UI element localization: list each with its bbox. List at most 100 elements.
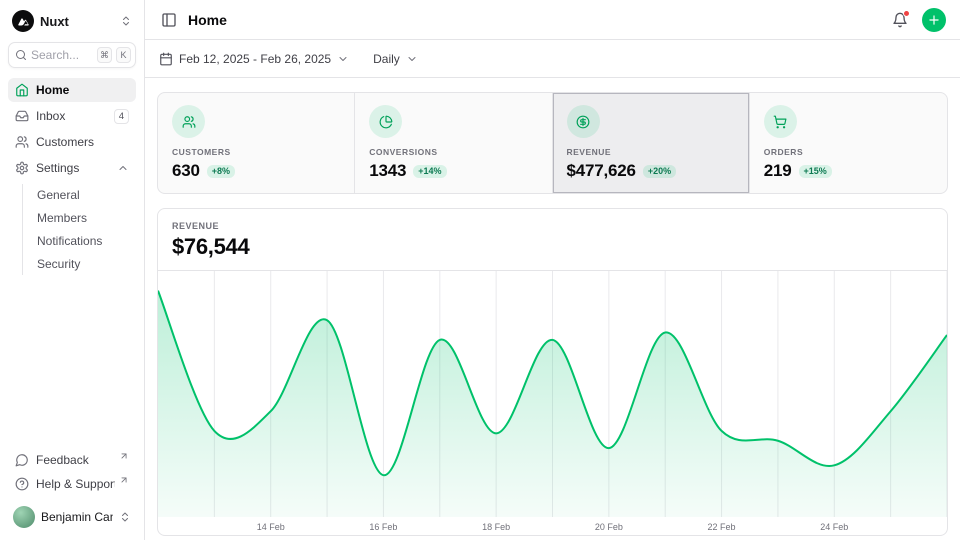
sidebar-nav: Home Inbox 4 Customers Settings General …	[8, 78, 136, 277]
stat-icon-circle	[172, 105, 205, 138]
stat-icon-circle	[567, 105, 600, 138]
nuxt-logo	[12, 10, 34, 32]
search-box[interactable]: ⌘ K	[8, 42, 136, 68]
stat-label: ORDERS	[764, 147, 933, 157]
add-button[interactable]	[922, 8, 946, 32]
stat-value: 219	[764, 161, 792, 181]
svg-text:16 Feb: 16 Feb	[369, 522, 397, 532]
notification-dot	[903, 10, 910, 17]
sidebar-item-feedback[interactable]: Feedback	[8, 448, 136, 472]
avatar	[13, 506, 35, 528]
home-icon	[15, 83, 29, 97]
sidebar-item-label: Customers	[36, 135, 129, 149]
stat-card-conversions[interactable]: CONVERSIONS 1343 +14%	[355, 93, 552, 193]
chevron-down-icon	[337, 53, 349, 65]
sidebar-item-label: Help & Support	[36, 477, 115, 491]
stat-label: CONVERSIONS	[369, 147, 537, 157]
period-label: Daily	[373, 52, 400, 66]
circle-dollar-icon	[576, 115, 590, 129]
sidebar-item-label: Inbox	[36, 109, 107, 123]
period-select[interactable]: Daily	[373, 52, 418, 66]
topbar: Home	[145, 0, 960, 40]
delta-badge: +20%	[643, 165, 676, 178]
shopping-cart-icon	[773, 115, 787, 129]
chart-header: REVENUE $76,544	[158, 209, 947, 271]
delta-badge: +15%	[799, 165, 832, 178]
kbd-k: K	[116, 47, 131, 63]
stats-grid: CUSTOMERS 630 +8% CONVERSIONS 1343 +14%	[157, 92, 948, 194]
plus-icon	[927, 13, 941, 27]
chart-current-value: $76,544	[172, 234, 933, 260]
sidebar-item-settings[interactable]: Settings	[8, 156, 136, 180]
panel-left-icon	[161, 12, 177, 28]
settings-subnav: General Members Notifications Security	[22, 184, 136, 275]
page-title: Home	[188, 12, 227, 28]
stat-card-customers[interactable]: CUSTOMERS 630 +8%	[158, 93, 355, 193]
search-icon	[15, 49, 27, 61]
sidebar-item-home[interactable]: Home	[8, 78, 136, 102]
calendar-icon	[159, 52, 173, 66]
sidebar-item-members[interactable]: Members	[31, 207, 136, 229]
sidebar-spacer	[8, 277, 136, 448]
sub-item-label: Members	[37, 211, 87, 225]
sidebar-item-help-support[interactable]: Help & Support	[8, 472, 136, 496]
date-range-button[interactable]: Feb 12, 2025 - Feb 26, 2025	[159, 52, 349, 66]
inbox-icon	[15, 109, 29, 123]
svg-text:18 Feb: 18 Feb	[482, 522, 510, 532]
delta-badge: +14%	[413, 165, 446, 178]
stat-value: 1343	[369, 161, 406, 181]
gear-icon	[15, 161, 29, 175]
external-link-icon	[119, 475, 129, 485]
stat-icon-circle	[764, 105, 797, 138]
users-icon	[15, 135, 29, 149]
kbd-cmd: ⌘	[97, 47, 112, 63]
topbar-actions	[890, 8, 946, 32]
svg-text:14 Feb: 14 Feb	[257, 522, 285, 532]
main-area: Home Feb 12, 2025 - Feb 26, 2025 Daily	[145, 0, 960, 540]
notifications-button[interactable]	[890, 10, 910, 30]
revenue-chart[interactable]: 14 Feb16 Feb18 Feb20 Feb22 Feb24 Feb	[158, 271, 947, 535]
date-range-label: Feb 12, 2025 - Feb 26, 2025	[179, 52, 331, 66]
stat-card-orders[interactable]: ORDERS 219 +15%	[750, 93, 947, 193]
svg-text:24 Feb: 24 Feb	[820, 522, 848, 532]
brand-name: Nuxt	[40, 14, 114, 29]
sidebar: Nuxt ⌘ K Home Inbox 4 Customers Settings…	[0, 0, 145, 540]
chevron-down-icon	[406, 53, 418, 65]
chevrons-up-down-icon	[119, 511, 131, 523]
external-link-icon	[119, 451, 129, 461]
filters-toolbar: Feb 12, 2025 - Feb 26, 2025 Daily	[145, 40, 960, 78]
chart-pie-icon	[379, 115, 393, 129]
dashboard-content: CUSTOMERS 630 +8% CONVERSIONS 1343 +14%	[145, 78, 960, 540]
search-input[interactable]	[31, 48, 93, 62]
inbox-count-badge: 4	[114, 109, 129, 124]
sub-item-label: Notifications	[37, 234, 102, 248]
revenue-chart-card: REVENUE $76,544 14 Feb16 Feb18 Feb20 Feb…	[157, 208, 948, 536]
sidebar-item-general[interactable]: General	[31, 184, 136, 206]
sidebar-item-label: Settings	[36, 161, 110, 175]
svg-text:22 Feb: 22 Feb	[708, 522, 736, 532]
chart-title: REVENUE	[172, 221, 933, 231]
chevron-up-icon	[117, 162, 129, 174]
users-icon	[182, 115, 196, 129]
stat-icon-circle	[369, 105, 402, 138]
sidebar-item-inbox[interactable]: Inbox 4	[8, 104, 136, 128]
stat-label: REVENUE	[567, 147, 735, 157]
message-circle-icon	[15, 453, 29, 467]
sidebar-toggle-button[interactable]	[159, 10, 179, 30]
sidebar-item-label: Feedback	[36, 453, 115, 467]
user-menu[interactable]: Benjamin Canac	[8, 502, 136, 532]
stat-value: $477,626	[567, 161, 636, 181]
chevrons-up-down-icon	[120, 15, 132, 27]
user-name: Benjamin Canac	[41, 510, 113, 524]
stat-card-revenue[interactable]: REVENUE $477,626 +20%	[553, 93, 750, 193]
sidebar-item-label: Home	[36, 83, 129, 97]
delta-badge: +8%	[207, 165, 235, 178]
sub-item-label: General	[37, 188, 80, 202]
sub-item-label: Security	[37, 257, 80, 271]
workspace-selector[interactable]: Nuxt	[8, 10, 136, 32]
sidebar-item-customers[interactable]: Customers	[8, 130, 136, 154]
sidebar-item-security[interactable]: Security	[31, 253, 136, 275]
help-circle-icon	[15, 477, 29, 491]
sidebar-item-notifications[interactable]: Notifications	[31, 230, 136, 252]
stat-value: 630	[172, 161, 200, 181]
